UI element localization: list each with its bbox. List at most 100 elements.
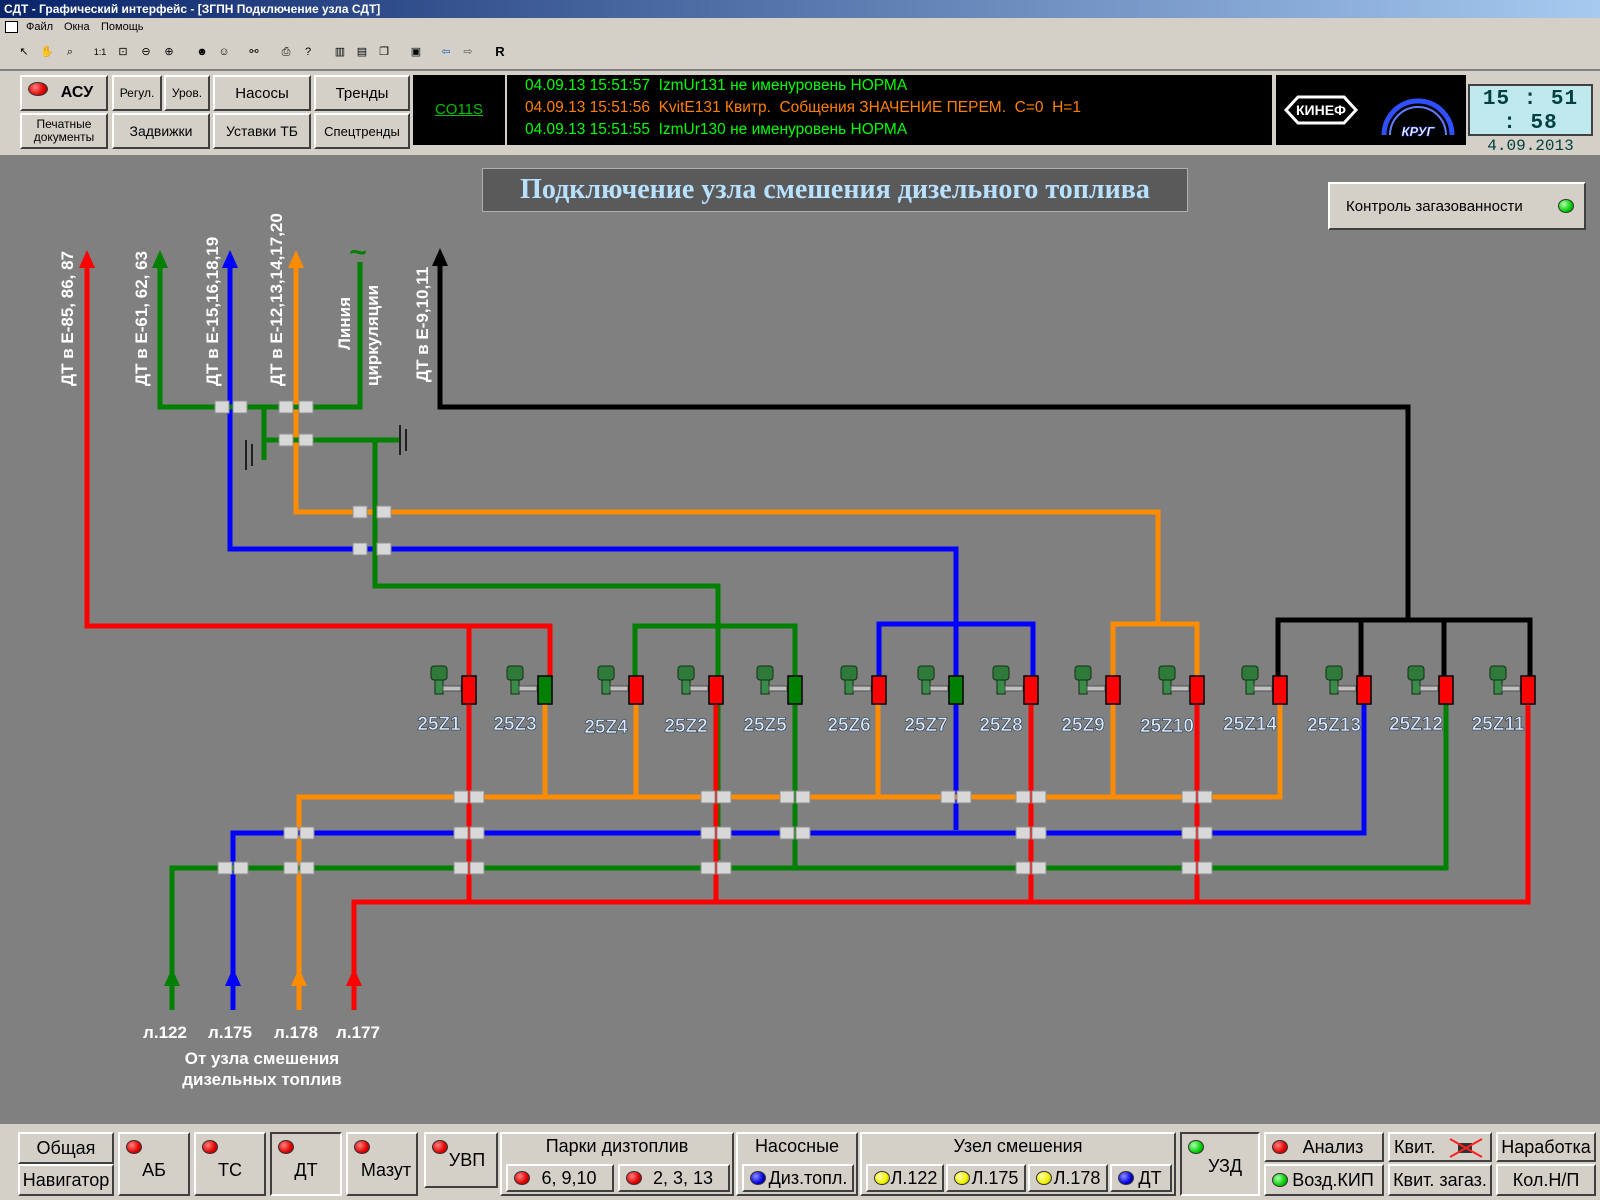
valve-25z13[interactable]: 25Z13 xyxy=(1307,665,1372,736)
station-link[interactable]: CO11S xyxy=(413,75,505,145)
kvit-zagaz-button[interactable]: Квит. загаз. xyxy=(1388,1164,1492,1196)
layout-columns-icon[interactable]: ▥ xyxy=(330,42,350,62)
mazut-button[interactable]: Мазут xyxy=(346,1132,418,1196)
valve-body-icon xyxy=(1438,675,1454,705)
uzel-l175-button[interactable]: Л.175 xyxy=(946,1164,1026,1192)
spectrendy-button[interactable]: Спецтренды xyxy=(314,113,410,149)
ustavki-button[interactable]: Уставки ТБ xyxy=(213,113,311,149)
regul-button[interactable]: Регул. xyxy=(112,75,162,111)
pipe-green-lower xyxy=(169,690,1449,1010)
diz-topl-button[interactable]: Диз.топл. xyxy=(742,1164,854,1192)
inlet-arrow-red xyxy=(346,968,362,986)
window-list-icon[interactable]: ▣ xyxy=(406,42,426,62)
pipe-crossing-marker xyxy=(278,433,294,447)
ts-button[interactable]: ТС xyxy=(194,1132,266,1196)
nasosnye-title: Насосные xyxy=(754,1136,840,1156)
zadvizhki-button[interactable]: Задвижки xyxy=(112,113,210,149)
pipe-crossing-marker xyxy=(1031,790,1047,804)
valve-body-icon xyxy=(537,675,553,705)
app-menu-icon[interactable] xyxy=(5,21,18,33)
dt-button[interactable]: ДТ xyxy=(270,1132,342,1196)
menu-windows[interactable]: Окна xyxy=(64,18,90,37)
pipe-crossing-marker xyxy=(716,826,732,840)
mute-sound-icon xyxy=(1449,1138,1483,1158)
zoom-1to1-icon[interactable]: 1:1 xyxy=(90,42,110,62)
pipe-crossing-marker xyxy=(233,861,249,875)
valve-body-icon xyxy=(1105,675,1121,705)
zoom-out-icon[interactable]: ⊖ xyxy=(136,42,156,62)
valve-stem-icon xyxy=(681,679,691,695)
pipe-crossing-marker xyxy=(716,861,732,875)
inlet-label-l175: л.175 xyxy=(208,1023,252,1042)
parki-2-3-13-button[interactable]: 2, 3, 13 xyxy=(618,1164,730,1192)
kvit-label: Квит. xyxy=(1394,1137,1436,1157)
zoom-in-icon[interactable]: ⊕ xyxy=(159,42,179,62)
uzel-l122-button[interactable]: Л.122 xyxy=(866,1164,944,1192)
binoculars-icon[interactable]: ⚯ xyxy=(244,42,264,62)
pipe-crossing-marker xyxy=(1015,790,1031,804)
uzel-dt-button[interactable]: ДТ xyxy=(1110,1164,1172,1192)
pipe-crossing-marker xyxy=(232,400,248,414)
valve-body-icon xyxy=(1272,675,1288,705)
menu-help[interactable]: Помощь xyxy=(101,18,144,37)
forward-arrow-icon[interactable]: ⇨ xyxy=(458,42,478,62)
outlet-label-e61: ДТ в Е-61, 62, 63 xyxy=(132,251,151,386)
uzd-button[interactable]: УЗД xyxy=(1180,1132,1260,1196)
trendy-button[interactable]: Тренды xyxy=(314,75,410,111)
asu-button[interactable]: АСУ xyxy=(20,75,108,111)
pipe-crossing-marker xyxy=(1197,790,1213,804)
parki-1-status-led xyxy=(514,1171,530,1185)
vozd-kip-button[interactable]: Возд.КИП xyxy=(1264,1164,1384,1196)
valve-body-icon xyxy=(461,675,477,705)
print-icon[interactable]: ⎙ xyxy=(276,42,296,62)
uvp-label: УВП xyxy=(448,1150,486,1170)
valve-shaft-icon xyxy=(1337,685,1357,692)
window-titlebar: СДТ - Графический интерфейс - [ЗГПН Подк… xyxy=(0,0,1600,18)
diz-topl-label: Диз.топл. xyxy=(768,1168,848,1188)
valve-25z11[interactable]: 25Z11 xyxy=(1471,665,1536,735)
valve-25z10[interactable]: 25Z10 xyxy=(1140,665,1205,737)
window-title: СДТ - Графический интерфейс - [ЗГПН Подк… xyxy=(4,2,381,16)
layout-rows-icon[interactable]: ▤ xyxy=(352,42,372,62)
pipe-crossing-marker xyxy=(469,826,485,840)
zoom-fit-icon[interactable]: ⊡ xyxy=(113,42,133,62)
pipe-red-lower xyxy=(351,690,1531,1010)
uzel-dt-led xyxy=(1118,1171,1134,1185)
user-remove-icon[interactable]: ☺ xyxy=(214,42,234,62)
valve-actuator-icon xyxy=(756,665,774,681)
analiz-button[interactable]: Анализ xyxy=(1264,1132,1384,1162)
arrow-tool-icon[interactable]: ↖ xyxy=(14,42,34,62)
magnifier-icon[interactable]: ⌕ xyxy=(60,42,80,62)
valve-stem-icon xyxy=(844,679,854,695)
urov-button[interactable]: Уров. xyxy=(164,75,210,111)
help-icon[interactable]: ? xyxy=(298,42,318,62)
layout-cascade-icon[interactable]: ❐ xyxy=(374,42,394,62)
inlet-arrow-green xyxy=(164,968,180,986)
mazut-status-led xyxy=(354,1140,370,1154)
gas-control-button[interactable]: Контроль загазованности xyxy=(1328,182,1586,230)
uvp-button[interactable]: УВП xyxy=(424,1132,498,1188)
kol-np-button[interactable]: Кол.Н/П xyxy=(1496,1164,1596,1196)
parki-6-9-10-button[interactable]: 6, 9,10 xyxy=(506,1164,614,1192)
ab-button[interactable]: АБ xyxy=(118,1132,190,1196)
pipe-crossing-marker xyxy=(217,861,233,875)
kvit-button[interactable]: Квит. xyxy=(1388,1132,1492,1162)
valve-25z14[interactable]: 25Z14 xyxy=(1223,665,1288,735)
narabotka-button[interactable]: Наработка xyxy=(1496,1132,1596,1162)
menu-file[interactable]: Файл xyxy=(26,18,53,37)
pechat-button[interactable]: Печатные документы xyxy=(20,113,108,149)
r-button[interactable]: R xyxy=(490,42,510,62)
alarm-message-2: 04.09.13 15:51:56 KvitE131 Квитр. Собщен… xyxy=(525,99,1081,116)
hand-tool-icon[interactable]: ✋ xyxy=(37,42,57,62)
dt-status-led xyxy=(278,1140,294,1154)
user-icon[interactable]: ☻ xyxy=(192,42,212,62)
nasosy-button[interactable]: Насосы xyxy=(213,75,311,111)
back-arrow-icon[interactable]: ⇦ xyxy=(436,42,456,62)
obshaya-button[interactable]: Общая xyxy=(18,1132,114,1164)
valve-label: 25Z10 xyxy=(1140,716,1194,737)
uzel-l178-button[interactable]: Л.178 xyxy=(1028,1164,1108,1192)
clock-time: 15 : 51 : 58 xyxy=(1482,88,1579,135)
inlet-caption-1: От узла смешения xyxy=(185,1049,339,1068)
navigator-button[interactable]: Навигатор xyxy=(18,1164,114,1196)
valve-25z12[interactable]: 25Z12 xyxy=(1389,665,1454,735)
